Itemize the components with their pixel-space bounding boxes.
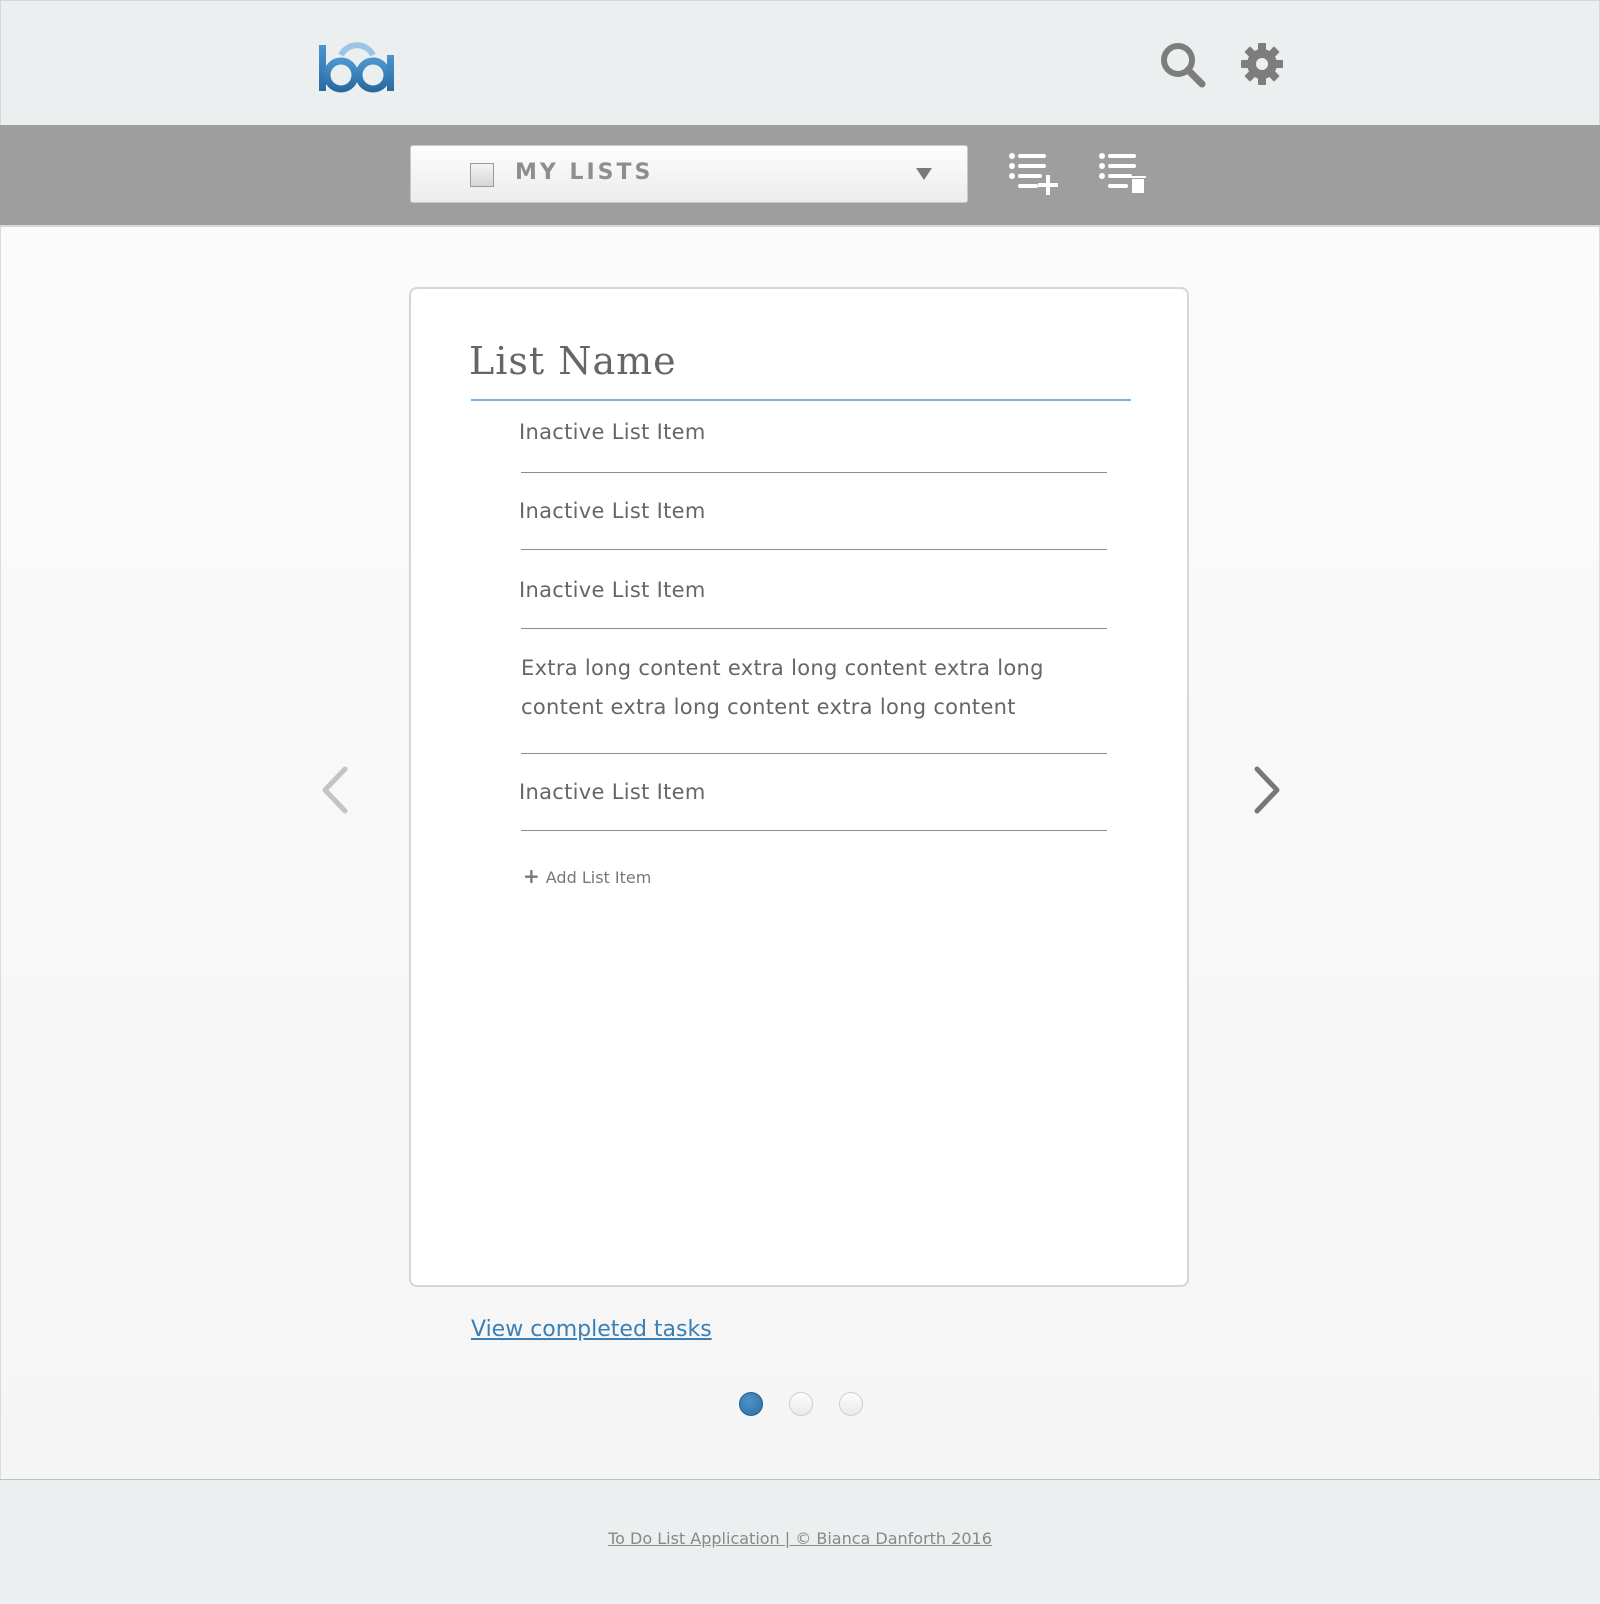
page-dot-2[interactable] bbox=[789, 1392, 813, 1416]
search-icon[interactable] bbox=[1159, 41, 1207, 89]
divider bbox=[521, 549, 1107, 550]
list-title[interactable]: List Name bbox=[469, 339, 677, 383]
list-add-icon[interactable] bbox=[1008, 151, 1058, 195]
gear-icon[interactable] bbox=[1239, 41, 1285, 87]
pagination-dots bbox=[1, 1392, 1600, 1422]
list-item[interactable]: Inactive List Item bbox=[519, 571, 1107, 610]
list-delete-icon[interactable] bbox=[1098, 151, 1148, 195]
page-dot-1[interactable] bbox=[739, 1392, 763, 1416]
footer-copyright[interactable]: To Do List Application | © Bianca Danfor… bbox=[0, 1529, 1600, 1548]
add-item-label: Add List Item bbox=[545, 868, 652, 887]
app-header bbox=[0, 0, 1600, 125]
next-list-arrow[interactable] bbox=[1251, 765, 1283, 815]
title-underline bbox=[471, 399, 1131, 401]
dropdown-label: MY LISTS bbox=[515, 160, 654, 185]
main-content: List Name Inactive List Item Inactive Li… bbox=[0, 227, 1600, 1479]
list-card: List Name Inactive List Item Inactive Li… bbox=[409, 287, 1189, 1287]
select-checkbox[interactable] bbox=[470, 163, 494, 187]
divider bbox=[521, 753, 1107, 754]
plus-icon: + bbox=[523, 864, 540, 888]
list-item[interactable]: Inactive List Item bbox=[519, 413, 1107, 452]
view-completed-tasks-link[interactable]: View completed tasks bbox=[471, 1317, 712, 1342]
list-item[interactable]: Extra long content extra long content ex… bbox=[521, 649, 1109, 727]
page-dot-3[interactable] bbox=[839, 1392, 863, 1416]
previous-list-arrow[interactable] bbox=[319, 765, 351, 815]
my-lists-dropdown[interactable]: MY LISTS bbox=[410, 145, 968, 203]
bd-logo bbox=[319, 42, 394, 93]
divider bbox=[521, 628, 1107, 629]
list-item[interactable]: Inactive List Item bbox=[519, 773, 1107, 812]
chevron-down-icon bbox=[916, 168, 932, 180]
add-list-item-button[interactable]: + Add List Item bbox=[523, 864, 651, 888]
toolbar: MY LISTS bbox=[0, 125, 1600, 227]
list-item[interactable]: Inactive List Item bbox=[519, 492, 1107, 531]
divider bbox=[521, 472, 1107, 473]
divider bbox=[521, 830, 1107, 831]
footer: To Do List Application | © Bianca Danfor… bbox=[0, 1479, 1600, 1604]
